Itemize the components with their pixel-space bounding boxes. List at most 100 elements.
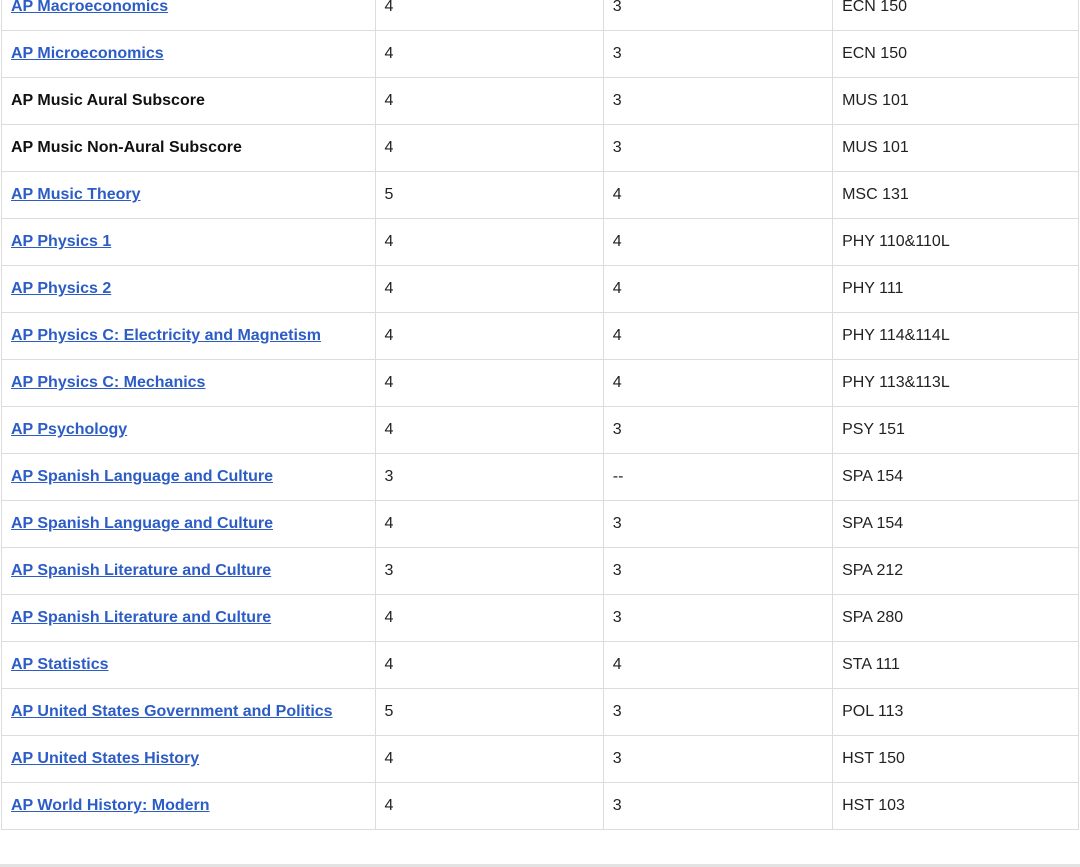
- exam-name-cell: AP Spanish Language and Culture: [1, 453, 376, 501]
- table-row: AP Music Theory 5 4 MSC 131: [1, 171, 1079, 219]
- exam-link[interactable]: AP Spanish Literature and Culture: [11, 609, 271, 626]
- table-row: AP Microeconomics 4 3 ECN 150: [1, 30, 1079, 78]
- equivalent-course-cell: POL 113: [832, 688, 1079, 736]
- equivalent-course-cell: MUS 101: [832, 124, 1079, 172]
- exam-name-text: AP Music Non-Aural Subscore: [11, 139, 242, 156]
- min-score-cell: 4: [374, 594, 604, 642]
- ap-credit-table-container: AP Macroeconomics 4 3 ECN 150 AP Microeconom…: [0, 0, 1080, 867]
- credits-cell: 3: [602, 500, 834, 548]
- table-row: AP Physics 1 4 4 PHY 110&110L: [1, 218, 1079, 266]
- table-row: AP World History: Modern 4 3 HST 103: [1, 782, 1079, 830]
- min-score-cell: 4: [374, 30, 604, 78]
- equivalent-course-cell: ECN 150: [832, 0, 1079, 31]
- min-score-cell: 4: [374, 406, 604, 454]
- credits-cell: 3: [602, 0, 834, 31]
- exam-name-cell: AP Music Aural Subscore: [1, 77, 376, 125]
- table-row: AP Psychology 4 3 PSY 151: [1, 406, 1079, 454]
- table-row: AP United States History 4 3 HST 150: [1, 735, 1079, 783]
- ap-credit-table: AP Macroeconomics 4 3 ECN 150 AP Microeconom…: [1, 0, 1079, 830]
- table-row: AP United States Government and Politics…: [1, 688, 1079, 736]
- credits-cell: 3: [602, 688, 834, 736]
- credits-cell: --: [602, 453, 834, 501]
- exam-link[interactable]: AP Macroeconomics: [11, 0, 168, 15]
- exam-link[interactable]: AP Microeconomics: [11, 45, 164, 62]
- equivalent-course-cell: HST 150: [832, 735, 1079, 783]
- exam-link[interactable]: AP Spanish Language and Culture: [11, 468, 273, 485]
- min-score-cell: 4: [374, 312, 604, 360]
- table-row: AP Music Aural Subscore 4 3 MUS 101: [1, 77, 1079, 125]
- equivalent-course-cell: SPA 154: [832, 453, 1079, 501]
- exam-link[interactable]: AP Physics 2: [11, 280, 111, 297]
- table-row: AP Spanish Literature and Culture 3 3 SPA 2…: [1, 547, 1079, 595]
- table-row: AP Physics 2 4 4 PHY 111: [1, 265, 1079, 313]
- min-score-cell: 4: [374, 265, 604, 313]
- credits-cell: 3: [602, 782, 834, 830]
- exam-link[interactable]: AP Music Theory: [11, 186, 141, 203]
- min-score-cell: 4: [374, 735, 604, 783]
- exam-link[interactable]: AP United States Government and Politics: [11, 703, 333, 720]
- exam-name-cell: AP Physics 1: [1, 218, 376, 266]
- exam-link[interactable]: AP Spanish Literature and Culture: [11, 562, 271, 579]
- exam-name-cell: AP Spanish Literature and Culture: [1, 594, 376, 642]
- min-score-cell: 4: [374, 124, 604, 172]
- exam-link[interactable]: AP Psychology: [11, 421, 127, 438]
- exam-name-cell: AP Music Theory: [1, 171, 376, 219]
- exam-name-cell: AP World History: Modern: [1, 782, 376, 830]
- credits-cell: 3: [602, 406, 834, 454]
- credits-cell: 4: [602, 641, 834, 689]
- exam-link[interactable]: AP United States History: [11, 750, 199, 767]
- min-score-cell: 4: [374, 500, 604, 548]
- table-row: AP Physics C: Electricity and Magnetism 4…: [1, 312, 1079, 360]
- min-score-cell: 5: [374, 688, 604, 736]
- equivalent-course-cell: ECN 150: [832, 30, 1079, 78]
- exam-name-cell: AP Physics 2: [1, 265, 376, 313]
- credits-cell: 3: [602, 735, 834, 783]
- exam-link[interactable]: AP Physics C: Electricity and Magnetism: [11, 327, 321, 344]
- credits-cell: 4: [602, 312, 834, 360]
- exam-name-cell: AP United States Government and Politics: [1, 688, 376, 736]
- exam-name-text: AP Music Aural Subscore: [11, 92, 205, 109]
- credits-cell: 4: [602, 359, 834, 407]
- min-score-cell: 4: [374, 218, 604, 266]
- credits-cell: 3: [602, 30, 834, 78]
- min-score-cell: 4: [374, 641, 604, 689]
- exam-name-cell: AP Music Non-Aural Subscore: [1, 124, 376, 172]
- credits-cell: 3: [602, 594, 834, 642]
- credits-cell: 3: [602, 124, 834, 172]
- equivalent-course-cell: HST 103: [832, 782, 1079, 830]
- credits-cell: 4: [602, 218, 834, 266]
- exam-name-cell: AP Physics C: Mechanics: [1, 359, 376, 407]
- exam-name-cell: AP Psychology: [1, 406, 376, 454]
- equivalent-course-cell: PHY 111: [832, 265, 1079, 313]
- table-row: AP Macroeconomics 4 3 ECN 150: [1, 0, 1079, 31]
- min-score-cell: 4: [374, 0, 604, 31]
- equivalent-course-cell: SPA 212: [832, 547, 1079, 595]
- exam-name-cell: AP Macroeconomics: [1, 0, 376, 31]
- exam-link[interactable]: AP Physics 1: [11, 233, 111, 250]
- exam-name-cell: AP Physics C: Electricity and Magnetism: [1, 312, 376, 360]
- table-row: AP Spanish Literature and Culture 4 3 SPA 2…: [1, 594, 1079, 642]
- equivalent-course-cell: MSC 131: [832, 171, 1079, 219]
- min-score-cell: 4: [374, 77, 604, 125]
- min-score-cell: 4: [374, 782, 604, 830]
- credits-cell: 3: [602, 547, 834, 595]
- exam-name-cell: AP Statistics: [1, 641, 376, 689]
- table-row: AP Statistics 4 4 STA 111: [1, 641, 1079, 689]
- exam-name-cell: AP United States History: [1, 735, 376, 783]
- min-score-cell: 3: [374, 453, 604, 501]
- equivalent-course-cell: PHY 114&114L: [832, 312, 1079, 360]
- credits-cell: 4: [602, 265, 834, 313]
- equivalent-course-cell: PHY 113&113L: [832, 359, 1079, 407]
- exam-link[interactable]: AP Statistics: [11, 656, 109, 673]
- equivalent-course-cell: SPA 280: [832, 594, 1079, 642]
- table-body: AP Macroeconomics 4 3 ECN 150 AP Microeconom…: [1, 0, 1079, 830]
- equivalent-course-cell: PSY 151: [832, 406, 1079, 454]
- exam-link[interactable]: AP Physics C: Mechanics: [11, 374, 205, 391]
- table-row: AP Spanish Language and Culture 4 3 SPA 154: [1, 500, 1079, 548]
- exam-link[interactable]: AP World History: Modern: [11, 797, 210, 814]
- equivalent-course-cell: SPA 154: [832, 500, 1079, 548]
- exam-link[interactable]: AP Spanish Language and Culture: [11, 515, 273, 532]
- credits-cell: 3: [602, 77, 834, 125]
- table-row: AP Spanish Language and Culture 3 -- SPA 15…: [1, 453, 1079, 501]
- exam-name-cell: AP Microeconomics: [1, 30, 376, 78]
